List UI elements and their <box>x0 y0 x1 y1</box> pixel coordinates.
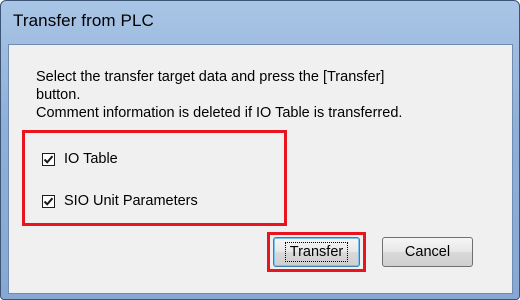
title-bar[interactable]: Transfer from PLC <box>1 1 519 45</box>
instruction-line-3: Comment information is deleted if IO Tab… <box>36 105 403 121</box>
dialog-body: Select the transfer target data and pres… <box>8 44 513 294</box>
transfer-button[interactable]: Transfer <box>273 237 360 267</box>
dialog-title: Transfer from PLC <box>13 11 154 30</box>
instruction-line-2: button. <box>36 87 81 103</box>
sio-unit-parameters-option[interactable]: SIO Unit Parameters <box>42 193 198 209</box>
sio-unit-parameters-label: SIO Unit Parameters <box>64 193 198 209</box>
checkmark-icon <box>43 155 54 164</box>
io-table-label: IO Table <box>64 151 118 167</box>
sio-unit-parameters-checkbox[interactable] <box>42 194 55 208</box>
dialog-window: Transfer from PLC Select the transfer ta… <box>0 0 520 300</box>
io-table-checkbox[interactable] <box>42 152 55 166</box>
cancel-button[interactable]: Cancel <box>382 237 473 267</box>
transfer-button-label: Transfer <box>284 242 349 262</box>
instruction-text: Select the transfer target data and pres… <box>36 68 496 122</box>
instruction-line-1: Select the transfer target data and pres… <box>36 69 385 85</box>
checkmark-icon <box>43 197 54 206</box>
options-highlight-box <box>22 130 287 226</box>
io-table-option[interactable]: IO Table <box>42 151 118 167</box>
